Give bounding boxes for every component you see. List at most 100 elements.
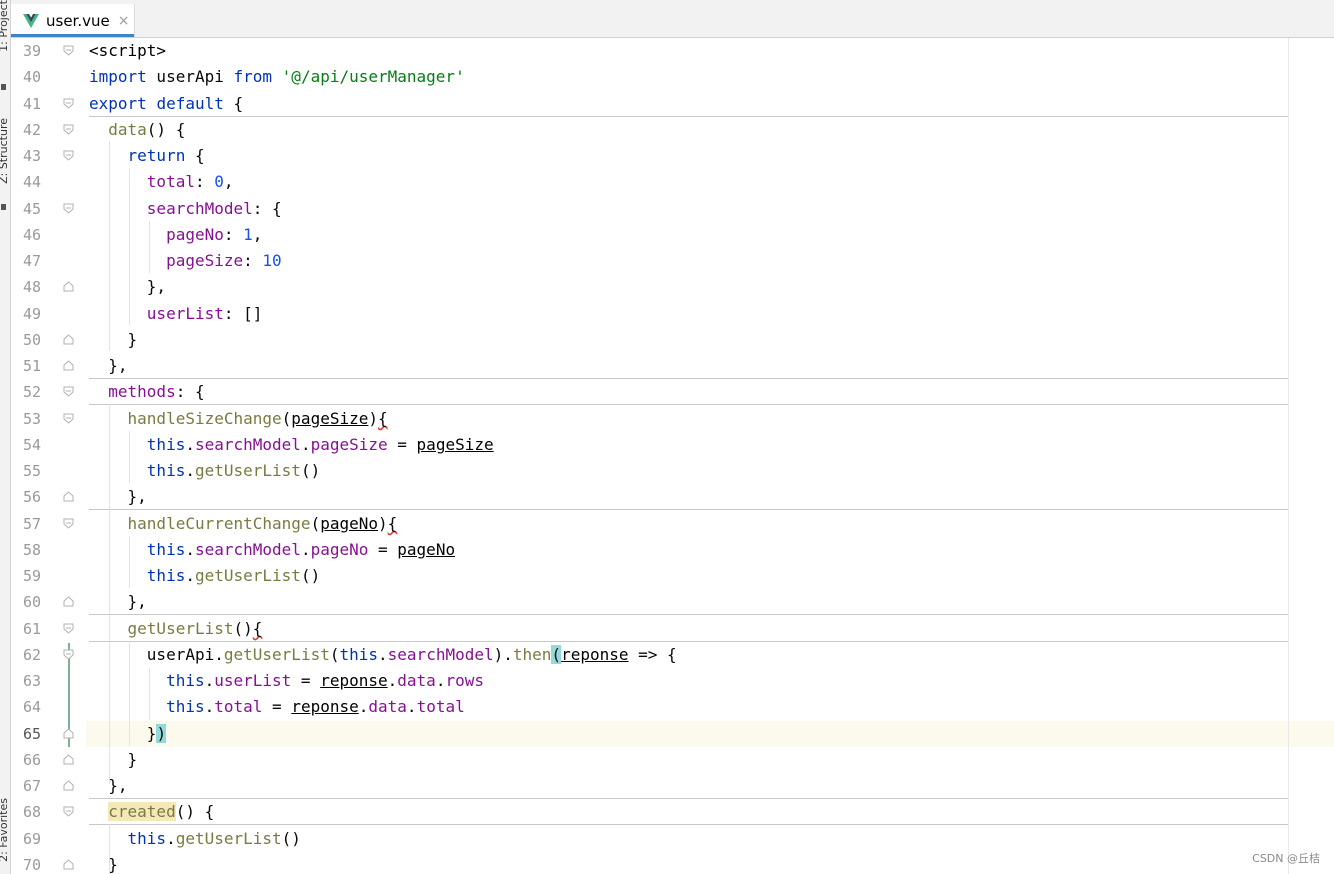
code-text[interactable]: this.searchModel.pageNo = pageNo — [89, 537, 455, 563]
line-number[interactable]: 41 — [17, 91, 41, 117]
code-text[interactable]: total: 0, — [89, 169, 234, 195]
line-number[interactable]: 58 — [17, 537, 41, 563]
fold-end-icon[interactable] — [63, 281, 74, 292]
code-text[interactable]: methods: { — [89, 379, 204, 405]
code-text[interactable]: this.total = reponse.data.total — [89, 694, 465, 720]
code-line-63[interactable]: 63 this.userList = reponse.data.rows — [0, 668, 1334, 694]
code-line-41[interactable]: 41 export default { — [0, 91, 1334, 117]
fold-collapse-icon[interactable] — [63, 413, 74, 424]
code-line-49[interactable]: 49 userList: [] — [0, 301, 1334, 327]
line-number[interactable]: 45 — [17, 196, 41, 222]
tab-user-vue[interactable]: user.vue × — [11, 4, 135, 37]
code-text[interactable]: export default { — [89, 91, 243, 117]
code-line-70[interactable]: 70 } — [0, 852, 1334, 874]
code-line-60[interactable]: 60 }, — [0, 589, 1334, 615]
line-number[interactable]: 55 — [17, 458, 41, 484]
line-number[interactable]: 51 — [17, 353, 41, 379]
code-text[interactable]: getUserList(){ — [89, 616, 263, 642]
fold-collapse-icon[interactable] — [63, 386, 74, 397]
code-line-48[interactable]: 48 }, — [0, 274, 1334, 300]
fold-end-icon[interactable] — [63, 334, 74, 345]
code-text[interactable]: this.userList = reponse.data.rows — [89, 668, 484, 694]
line-number[interactable]: 59 — [17, 563, 41, 589]
code-line-69[interactable]: 69 this.getUserList() — [0, 826, 1334, 852]
line-number[interactable]: 60 — [17, 589, 41, 615]
fold-end-icon[interactable] — [63, 780, 74, 791]
code-text[interactable]: pageNo: 1, — [89, 222, 262, 248]
code-text[interactable]: this.getUserList() — [89, 458, 320, 484]
code-text[interactable]: pageSize: 10 — [89, 248, 282, 274]
line-number[interactable]: 57 — [17, 511, 41, 537]
close-icon[interactable]: × — [118, 13, 130, 29]
fold-collapse-icon[interactable] — [63, 203, 74, 214]
code-text[interactable]: userApi.getUserList(this.searchModel).th… — [89, 642, 677, 668]
fold-collapse-icon[interactable] — [63, 98, 74, 109]
code-line-54[interactable]: 54 this.searchModel.pageSize = pageSize — [0, 432, 1334, 458]
code-line-68[interactable]: 68 created() { — [0, 799, 1334, 825]
fold-end-icon[interactable] — [63, 754, 74, 765]
code-text[interactable]: import userApi from '@/api/userManager' — [89, 64, 465, 90]
fold-end-icon[interactable] — [63, 596, 74, 607]
fold-collapse-icon[interactable] — [63, 518, 74, 529]
line-number[interactable]: 54 — [17, 432, 41, 458]
code-line-43[interactable]: 43 return { — [0, 143, 1334, 169]
code-text[interactable]: } — [89, 327, 138, 353]
line-number[interactable]: 43 — [17, 143, 41, 169]
line-number[interactable]: 65 — [17, 721, 41, 747]
code-line-65[interactable]: 65 }) — [0, 721, 1334, 747]
code-text[interactable]: return { — [89, 143, 205, 169]
code-line-39[interactable]: 39 <script> — [0, 38, 1334, 64]
code-line-46[interactable]: 46 pageNo: 1, — [0, 222, 1334, 248]
line-number[interactable]: 44 — [17, 169, 41, 195]
line-number[interactable]: 69 — [17, 826, 41, 852]
line-number[interactable]: 53 — [17, 406, 41, 432]
code-line-52[interactable]: 52 methods: { — [0, 379, 1334, 405]
code-line-40[interactable]: 40 import userApi from '@/api/userManage… — [0, 64, 1334, 90]
fold-collapse-icon[interactable] — [63, 806, 74, 817]
code-text[interactable]: } — [89, 747, 138, 773]
code-text[interactable]: }, — [89, 353, 127, 379]
fold-collapse-icon[interactable] — [63, 124, 74, 135]
line-number[interactable]: 42 — [17, 117, 41, 143]
line-number[interactable]: 62 — [17, 642, 41, 668]
code-text[interactable]: }, — [89, 773, 127, 799]
code-line-45[interactable]: 45 searchModel: { — [0, 196, 1334, 222]
code-line-61[interactable]: 61 getUserList(){ — [0, 616, 1334, 642]
line-number[interactable]: 66 — [17, 747, 41, 773]
line-number[interactable]: 49 — [17, 301, 41, 327]
line-number[interactable]: 52 — [17, 379, 41, 405]
code-text[interactable]: }, — [89, 484, 147, 510]
fold-end-icon[interactable] — [63, 859, 74, 870]
code-line-42[interactable]: 42 data() { — [0, 117, 1334, 143]
code-line-57[interactable]: 57 handleCurrentChange(pageNo){ — [0, 511, 1334, 537]
line-number[interactable]: 68 — [17, 799, 41, 825]
line-number[interactable]: 61 — [17, 616, 41, 642]
code-line-59[interactable]: 59 this.getUserList() — [0, 563, 1334, 589]
line-number[interactable]: 47 — [17, 248, 41, 274]
code-line-64[interactable]: 64 this.total = reponse.data.total — [0, 694, 1334, 720]
fold-collapse-icon[interactable] — [63, 150, 74, 161]
code-text[interactable]: }, — [89, 274, 166, 300]
code-text[interactable]: handleSizeChange(pageSize){ — [89, 406, 388, 432]
code-text[interactable]: searchModel: { — [89, 196, 282, 222]
code-line-47[interactable]: 47 pageSize: 10 — [0, 248, 1334, 274]
line-number[interactable]: 70 — [17, 852, 41, 874]
code-text[interactable]: data() { — [89, 117, 185, 143]
fold-end-icon[interactable] — [63, 728, 74, 739]
line-number[interactable]: 56 — [17, 484, 41, 510]
line-number[interactable]: 67 — [17, 773, 41, 799]
code-line-67[interactable]: 67 }, — [0, 773, 1334, 799]
code-line-55[interactable]: 55 this.getUserList() — [0, 458, 1334, 484]
code-line-58[interactable]: 58 this.searchModel.pageNo = pageNo — [0, 537, 1334, 563]
code-text[interactable]: this.getUserList() — [89, 826, 301, 852]
code-text[interactable]: created() { — [89, 799, 214, 825]
code-line-53[interactable]: 53 handleSizeChange(pageSize){ — [0, 406, 1334, 432]
fold-collapse-icon[interactable] — [63, 623, 74, 634]
fold-collapse-icon[interactable] — [63, 649, 74, 660]
code-text[interactable]: }, — [89, 589, 147, 615]
line-number[interactable]: 64 — [17, 694, 41, 720]
line-number[interactable]: 39 — [17, 38, 41, 64]
line-number[interactable]: 48 — [17, 274, 41, 300]
code-text[interactable]: handleCurrentChange(pageNo){ — [89, 511, 398, 537]
code-text[interactable]: this.searchModel.pageSize = pageSize — [89, 432, 494, 458]
